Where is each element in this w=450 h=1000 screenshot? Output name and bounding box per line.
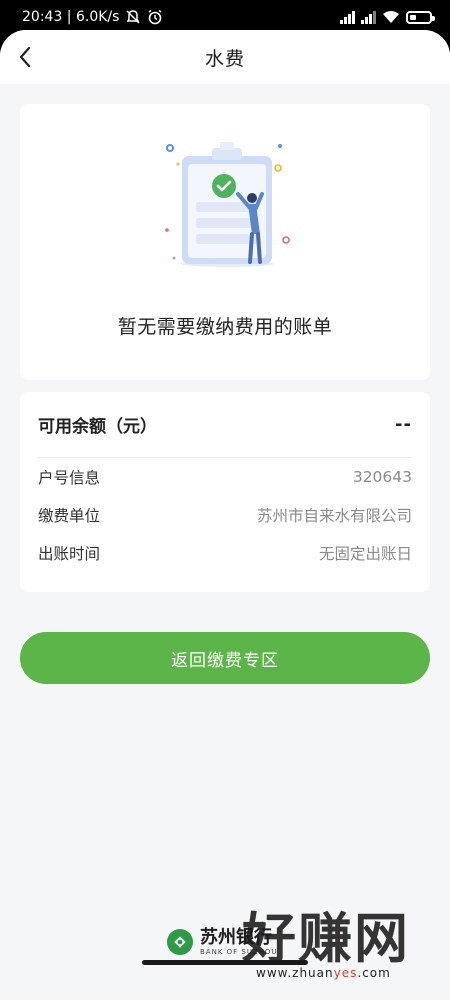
- account-number-row: 户号信息 320643: [38, 458, 412, 496]
- balance-label: 可用余额（元）: [38, 417, 157, 437]
- row-label: 缴费单位: [38, 507, 101, 525]
- back-button[interactable]: [12, 43, 38, 71]
- app-screen: 水费 暂无需要缴纳费用的账单 可用余额（元） -- 户号信息 320643 缴费…: [0, 30, 450, 1000]
- account-info-card: 可用余额（元） -- 户号信息 320643 缴费单位 苏州市自来水有限公司 出…: [20, 392, 430, 592]
- return-payment-zone-button[interactable]: 返回缴费专区: [20, 632, 430, 684]
- row-label: 出账时间: [38, 545, 101, 563]
- cell-signal-1-icon: [340, 10, 355, 24]
- watermark-text: 好赚网: [242, 907, 410, 970]
- balance-row: 可用余额（元） --: [38, 392, 412, 458]
- payee-row: 缴费单位 苏州市自来水有限公司: [38, 496, 412, 534]
- page-title: 水费: [204, 47, 245, 70]
- status-time: 20:43 | 6.0K/s: [22, 9, 120, 25]
- empty-state-message: 暂无需要缴纳费用的账单: [117, 316, 333, 338]
- bell-off-icon: [126, 10, 140, 24]
- site-watermark: 好赚网 www.zhuanyes.com: [242, 912, 442, 988]
- row-label: 户号信息: [38, 469, 101, 487]
- empty-bill-illustration: [165, 142, 290, 267]
- home-indicator[interactable]: [142, 960, 308, 965]
- wifi-icon: [383, 11, 399, 23]
- bank-mark-icon: [167, 929, 193, 955]
- cell-signal-2-icon: [361, 10, 376, 24]
- alarm-clock-icon: [148, 9, 162, 25]
- billing-date-row: 出账时间 无固定出账日: [38, 534, 412, 572]
- row-value: 无固定出账日: [318, 545, 412, 563]
- balance-value: --: [395, 414, 412, 435]
- empty-bill-card: 暂无需要缴纳费用的账单: [20, 104, 430, 380]
- chevron-left-icon: [19, 46, 31, 68]
- row-value: 苏州市自来水有限公司: [256, 507, 412, 525]
- row-value: 320643: [352, 468, 412, 486]
- nav-bar: 水费: [0, 30, 450, 84]
- battery-icon: [406, 10, 435, 24]
- status-bar: 20:43 | 6.0K/s: [0, 0, 450, 34]
